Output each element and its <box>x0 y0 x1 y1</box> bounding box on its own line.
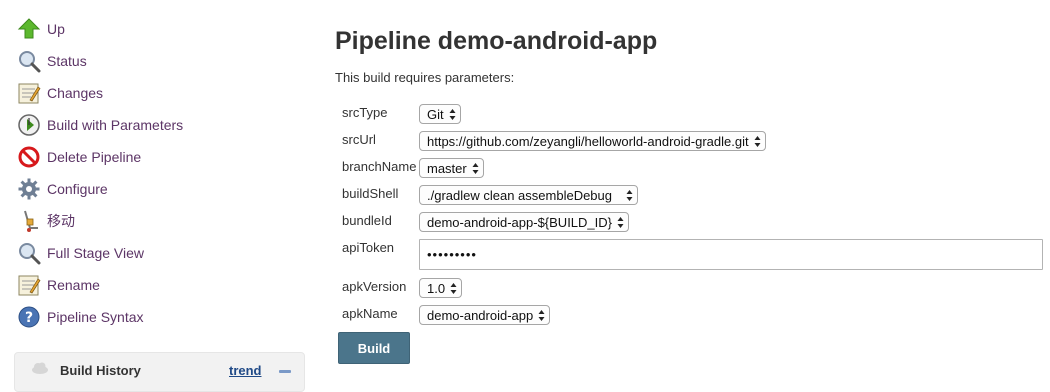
task-full-stage-view[interactable]: Full Stage View <box>17 241 144 265</box>
task-status-link[interactable]: Status <box>47 53 87 69</box>
param-label-srctype: srcType <box>342 105 388 120</box>
param-label-apkversion: apkVersion <box>342 279 407 294</box>
branchname-value: master <box>427 160 467 176</box>
select-arrows-icon <box>472 163 479 174</box>
param-label-apkname: apkName <box>342 306 398 321</box>
page-title: Pipeline demo-android-app <box>335 27 658 55</box>
bundleid-select[interactable]: demo-android-app-${BUILD_ID} <box>419 212 629 232</box>
param-label-srcurl: srcUrl <box>342 132 376 147</box>
parameters-intro: This build requires parameters: <box>335 70 515 85</box>
srctype-value: Git <box>427 106 444 122</box>
task-status[interactable]: Status <box>17 49 87 73</box>
bundleid-value: demo-android-app-${BUILD_ID} <box>427 214 612 230</box>
param-label-buildshell: buildShell <box>342 186 399 201</box>
srcurl-value: https://github.com/zeyangli/helloworld-a… <box>427 133 749 149</box>
task-rename-link[interactable]: Rename <box>47 277 100 293</box>
select-arrows-icon <box>754 136 761 147</box>
no-entry-icon <box>17 145 41 169</box>
task-changes-link[interactable]: Changes <box>47 85 103 101</box>
task-build-with-parameters[interactable]: Build with Parameters <box>17 113 183 137</box>
trend-dash-icon[interactable] <box>279 370 291 373</box>
task-changes[interactable]: Changes <box>17 81 103 105</box>
task-up-link[interactable]: Up <box>47 21 65 37</box>
main-panel: Pipeline demo-android-app This build req… <box>335 0 1050 379</box>
select-arrows-icon <box>626 190 633 201</box>
notepad-icon <box>17 81 41 105</box>
hand-truck-icon <box>17 209 41 233</box>
build-history-panel: Build History trend <box>14 352 305 392</box>
srcurl-select[interactable]: https://github.com/zeyangli/helloworld-a… <box>419 131 766 151</box>
buildshell-value: ./gradlew clean assembleDebug <box>427 187 612 203</box>
select-arrows-icon <box>617 217 624 228</box>
task-build-with-parameters-link[interactable]: Build with Parameters <box>47 117 183 133</box>
task-configure-link[interactable]: Configure <box>47 181 108 197</box>
param-label-branchname: branchName <box>342 159 417 174</box>
srctype-select[interactable]: Git <box>419 104 461 124</box>
select-arrows-icon <box>538 310 545 321</box>
magnifier-icon <box>17 49 41 73</box>
help-icon: ? <box>17 305 41 329</box>
param-label-apitoken: apiToken <box>342 240 395 255</box>
apkversion-select[interactable]: 1.0 <box>419 278 463 298</box>
task-delete-pipeline-link[interactable]: Delete Pipeline <box>47 149 141 165</box>
build-button[interactable]: Build <box>338 332 410 364</box>
apitoken-password-field[interactable]: ••••••••• <box>419 239 1043 270</box>
task-up[interactable]: Up <box>17 17 65 41</box>
apkname-select[interactable]: demo-android-app <box>419 305 551 325</box>
notepad-icon <box>17 273 41 297</box>
apkname-value: demo-android-app <box>427 307 534 323</box>
task-full-stage-view-link[interactable]: Full Stage View <box>47 245 144 261</box>
task-configure[interactable]: Configure <box>17 177 108 201</box>
gear-icon <box>17 177 41 201</box>
task-pipeline-syntax-link[interactable]: Pipeline Syntax <box>47 309 144 325</box>
branchname-select[interactable]: master <box>419 158 484 178</box>
trend-link[interactable]: trend <box>229 363 262 378</box>
up-arrow-icon <box>17 17 41 41</box>
param-label-bundleid: bundleId <box>342 213 392 228</box>
svg-text:?: ? <box>25 310 33 326</box>
task-delete-pipeline[interactable]: Delete Pipeline <box>17 145 141 169</box>
apkversion-value: 1.0 <box>427 280 446 296</box>
magnifier-icon <box>17 241 41 265</box>
task-move[interactable]: 移动 <box>17 209 75 233</box>
select-arrows-icon <box>449 109 456 120</box>
task-pipeline-syntax[interactable]: ? Pipeline Syntax <box>17 305 144 329</box>
cloud-icon <box>31 361 49 380</box>
buildshell-select[interactable]: ./gradlew clean assembleDebug <box>419 185 638 205</box>
task-rename[interactable]: Rename <box>17 273 100 297</box>
sidebar: Up Status Changes Build with Parameters … <box>0 0 320 392</box>
task-move-link[interactable]: 移动 <box>47 211 75 231</box>
clock-icon <box>17 113 41 137</box>
select-arrows-icon <box>450 283 457 294</box>
build-history-title: Build History <box>60 363 141 378</box>
